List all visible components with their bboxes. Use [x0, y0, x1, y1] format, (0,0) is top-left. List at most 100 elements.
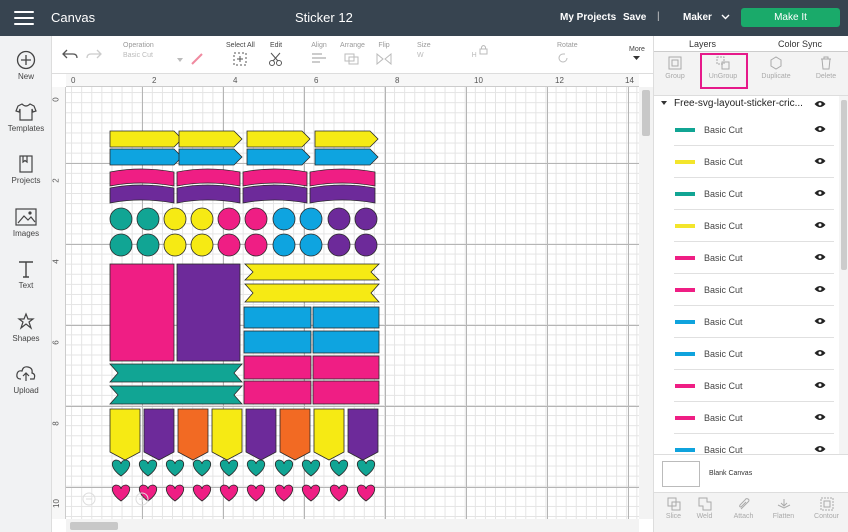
duplicate-button[interactable]: Duplicate [755, 56, 797, 80]
save-button[interactable]: Save [623, 12, 646, 23]
align-button[interactable]: Align [311, 42, 327, 63]
layer-row[interactable]: Basic Cut [674, 178, 834, 210]
layer-row[interactable]: Basic Cut [674, 306, 834, 338]
nav-images[interactable]: Images [0, 207, 52, 238]
pen-color-icon[interactable] [191, 53, 203, 65]
layer-swatch [675, 192, 695, 196]
layer-list: Basic Cut Basic Cut Basic Cut Basic Cut … [654, 114, 839, 454]
redo-icon[interactable] [86, 48, 102, 60]
size-label: Size [417, 42, 431, 49]
eye-icon[interactable] [814, 285, 826, 293]
eye-icon[interactable] [814, 253, 826, 261]
size-field[interactable]: Size W H [417, 42, 477, 59]
layer-row[interactable]: Basic Cut [674, 434, 834, 454]
canvas-horizontal-scrollbar[interactable] [66, 519, 639, 532]
layer-row[interactable]: Basic Cut [674, 114, 834, 146]
layer-row[interactable]: Basic Cut [674, 242, 834, 274]
eye-icon[interactable] [814, 381, 826, 389]
eye-icon[interactable] [814, 125, 826, 133]
zoom-in-icon[interactable] [135, 492, 149, 506]
layer-row[interactable]: Basic Cut [674, 274, 834, 306]
edit-button[interactable]: Edit [268, 42, 284, 66]
eye-icon[interactable] [814, 100, 826, 108]
zoom-out-icon[interactable] [82, 492, 96, 506]
hamburger-menu-icon[interactable] [14, 11, 34, 25]
canvas-vertical-scrollbar[interactable] [639, 87, 653, 519]
eye-icon[interactable] [814, 221, 826, 229]
blank-canvas-swatch[interactable] [662, 461, 700, 487]
nav-text[interactable]: Text [0, 259, 52, 290]
eye-icon[interactable] [814, 189, 826, 197]
layer-swatch [675, 224, 695, 228]
align-icon [312, 53, 326, 63]
select-all-button[interactable]: Select All [226, 42, 255, 66]
weld-label: Weld [696, 513, 713, 520]
shapes-icon [17, 312, 35, 330]
trash-icon [821, 56, 831, 70]
flatten-label: Flatten [772, 513, 795, 520]
flip-button[interactable]: Flip [376, 42, 392, 65]
eye-icon[interactable] [814, 157, 826, 165]
layer-row[interactable]: Basic Cut [674, 370, 834, 402]
tab-color-sync[interactable]: Color Sync [778, 39, 822, 49]
layer-group-row[interactable]: Free-svg-layout-sticker-cric... [654, 96, 839, 112]
layer-name: Basic Cut [704, 285, 743, 295]
blank-canvas-label: Blank Canvas [709, 470, 753, 477]
eye-icon[interactable] [814, 413, 826, 421]
caret-down-icon[interactable] [661, 101, 667, 105]
group-label: Group [665, 73, 685, 80]
eye-icon[interactable] [814, 445, 826, 453]
make-it-button[interactable]: Make It [741, 8, 840, 27]
duplicate-label: Duplicate [761, 73, 791, 80]
layer-row[interactable]: Basic Cut [674, 402, 834, 434]
delete-button[interactable]: Delete [805, 56, 847, 80]
eye-icon[interactable] [814, 349, 826, 357]
layer-swatch [675, 352, 695, 356]
eye-icon[interactable] [814, 317, 826, 325]
nav-new[interactable]: New [0, 50, 52, 81]
rotate-field[interactable]: Rotate [557, 42, 578, 64]
scroll-thumb[interactable] [642, 90, 650, 136]
operation-dropdown[interactable]: Operation Basic Cut [123, 42, 154, 59]
weld-button[interactable]: Weld [685, 497, 724, 520]
layer-row[interactable]: Basic Cut [674, 338, 834, 370]
flatten-button[interactable]: Flatten [764, 497, 803, 520]
layers-scrollbar[interactable] [839, 96, 848, 454]
slice-label: Slice [665, 513, 682, 520]
nav-upload[interactable]: Upload [0, 364, 52, 395]
duplicate-icon [770, 56, 782, 70]
my-projects-link[interactable]: My Projects [560, 12, 616, 23]
zoom-controls [82, 492, 149, 509]
weld-icon [698, 497, 711, 511]
attach-label: Attach [733, 513, 754, 520]
blank-canvas-row[interactable]: Blank Canvas [654, 454, 848, 492]
more-button[interactable]: More [629, 46, 645, 60]
lock-icon[interactable] [479, 44, 488, 55]
scroll-thumb[interactable] [841, 100, 847, 270]
size-w-label: W [417, 52, 424, 59]
undo-icon[interactable] [62, 48, 78, 60]
scroll-thumb[interactable] [70, 522, 118, 530]
contour-button[interactable]: Contour [807, 497, 846, 520]
scissors-icon [269, 52, 282, 66]
attach-button[interactable]: Attach [724, 497, 763, 520]
select-all-label: Select All [226, 42, 255, 49]
nav-shapes[interactable]: Shapes [0, 312, 52, 343]
sticker-layout-group[interactable] [52, 74, 639, 519]
layer-name: Basic Cut [704, 445, 743, 454]
layer-name: Basic Cut [704, 221, 743, 231]
arrange-label: Arrange [340, 42, 365, 49]
machine-select[interactable]: Maker [683, 12, 730, 23]
group-button[interactable]: Group [654, 56, 696, 80]
nav-upload-label: Upload [13, 386, 39, 395]
group-icon [668, 56, 682, 70]
separator: | [657, 11, 660, 22]
arrange-button[interactable]: Arrange [340, 42, 365, 65]
design-canvas[interactable]: 0 2 4 6 8 10 12 14 0 2 4 6 8 10 [52, 74, 653, 532]
nav-templates[interactable]: Templates [0, 102, 52, 133]
layer-row[interactable]: Basic Cut [674, 146, 834, 178]
nav-projects[interactable]: Projects [0, 154, 52, 185]
tab-layers[interactable]: Layers [689, 39, 716, 49]
chevron-down-icon [721, 14, 730, 20]
layer-row[interactable]: Basic Cut [674, 210, 834, 242]
